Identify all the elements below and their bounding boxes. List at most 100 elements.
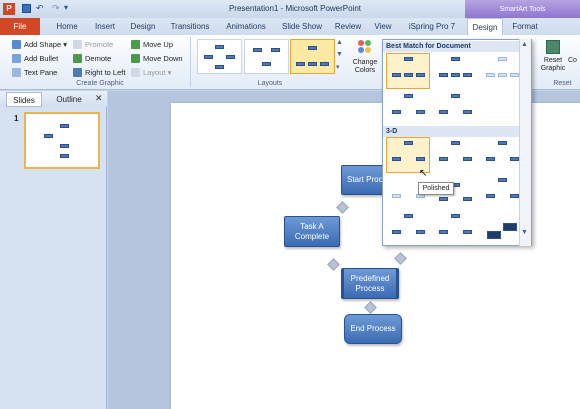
style-shape bbox=[451, 73, 460, 77]
move-up-button[interactable]: Move Up bbox=[131, 39, 173, 50]
layout-shape bbox=[204, 55, 213, 59]
style-shape bbox=[392, 194, 401, 198]
layout-option-selected[interactable] bbox=[290, 39, 335, 74]
style-option-cartoon[interactable] bbox=[480, 137, 524, 173]
style-option-metallic[interactable] bbox=[480, 210, 524, 246]
style-shape bbox=[463, 110, 472, 114]
tab-insert[interactable]: Insert bbox=[88, 18, 122, 35]
thumb-shape bbox=[60, 124, 69, 128]
style-option-intense-2[interactable] bbox=[433, 90, 477, 126]
style-option-sunset-scene[interactable] bbox=[480, 174, 524, 210]
add-bullet-label: Add Bullet bbox=[24, 54, 59, 63]
layouts-scroll-up-icon[interactable]: ▲ bbox=[336, 39, 343, 46]
color-palette-icon bbox=[358, 40, 372, 54]
add-bullet-button[interactable]: Add Bullet bbox=[12, 53, 58, 64]
tab-animations[interactable]: Animations bbox=[219, 18, 273, 35]
style-shape bbox=[416, 110, 425, 114]
layout-button[interactable]: Layout ▾ bbox=[131, 67, 171, 78]
style-shape bbox=[416, 230, 425, 234]
tab-format[interactable]: Format bbox=[507, 18, 543, 35]
ribbon-separator bbox=[190, 37, 191, 87]
style-option-subtle[interactable] bbox=[480, 53, 524, 89]
tab-slides[interactable]: Slides bbox=[6, 92, 42, 107]
promote-button[interactable]: Promote bbox=[73, 39, 113, 50]
tab-transitions[interactable]: Transitions bbox=[164, 18, 216, 35]
layout-shape bbox=[262, 62, 271, 66]
save-icon[interactable] bbox=[22, 4, 31, 13]
tab-design[interactable]: Design bbox=[126, 18, 160, 35]
change-colors-button[interactable]: Change Colors bbox=[348, 38, 382, 80]
tab-review[interactable]: Review bbox=[331, 18, 365, 35]
slide-thumbnail[interactable] bbox=[24, 112, 100, 169]
color-swatch bbox=[365, 40, 371, 46]
style-option-moderate[interactable] bbox=[433, 53, 477, 89]
style-shape bbox=[392, 157, 401, 161]
style-shape bbox=[463, 157, 472, 161]
redo-icon[interactable]: ↷ bbox=[52, 3, 60, 14]
style-shape bbox=[510, 157, 519, 161]
smartart-shape-end[interactable]: End Process bbox=[344, 314, 402, 344]
move-down-label: Move Down bbox=[143, 54, 183, 63]
style-option-flat-scene[interactable] bbox=[386, 210, 430, 246]
style-option-birds-eye[interactable] bbox=[433, 210, 477, 246]
layout-option-cycle[interactable] bbox=[197, 39, 242, 74]
tab-file[interactable]: File bbox=[0, 18, 40, 35]
demote-label: Demote bbox=[85, 54, 112, 63]
style-shape bbox=[487, 231, 501, 239]
layout-label: Layout bbox=[143, 68, 166, 77]
3d-header: 3-D bbox=[383, 126, 529, 137]
tab-outline[interactable]: Outline bbox=[48, 92, 90, 107]
tab-slide-show[interactable]: Slide Show bbox=[277, 18, 327, 35]
style-shape bbox=[392, 73, 401, 77]
smartart-shape-predefined[interactable]: Predefined Process bbox=[341, 268, 399, 299]
style-shape bbox=[498, 73, 507, 77]
add-shape-button[interactable]: Add Shape ▾ bbox=[12, 39, 67, 50]
close-pane-icon[interactable]: ✕ bbox=[95, 93, 103, 104]
layout-option-hierarchy[interactable] bbox=[244, 39, 289, 74]
demote-icon bbox=[73, 54, 82, 63]
tab-ispring[interactable]: iSpring Pro 7 bbox=[402, 18, 462, 35]
style-shape bbox=[439, 73, 448, 77]
create-graphic-group-label: Create Graphic bbox=[76, 80, 124, 87]
layouts-more-icon[interactable]: ▾ bbox=[336, 63, 340, 71]
thumb-shape bbox=[44, 134, 53, 138]
style-option-inset[interactable] bbox=[433, 137, 477, 173]
demote-button[interactable]: Demote bbox=[73, 53, 111, 64]
reset-group-label: Reset bbox=[553, 80, 572, 87]
gallery-scrollbar[interactable]: ▲ ▼ bbox=[519, 39, 531, 246]
reset-graphic-label: Reset Graphic bbox=[540, 57, 566, 72]
color-swatch bbox=[365, 47, 371, 53]
style-option-simple[interactable] bbox=[386, 53, 430, 89]
window-title: Presentation1 - Microsoft PowerPoint bbox=[228, 4, 362, 13]
layout-icon bbox=[131, 68, 140, 77]
style-shape bbox=[404, 73, 413, 77]
flow-arrow-icon bbox=[364, 301, 377, 314]
style-shape bbox=[439, 157, 448, 161]
style-shape bbox=[439, 110, 448, 114]
style-shape bbox=[439, 197, 448, 201]
reset-graphic-button[interactable]: Reset Graphic bbox=[538, 38, 568, 80]
undo-icon[interactable]: ↶ bbox=[36, 3, 44, 14]
text-pane-button[interactable]: Text Pane bbox=[12, 67, 57, 78]
quick-access-dropdown-icon[interactable]: ▾ bbox=[64, 3, 68, 12]
style-option-intense[interactable] bbox=[386, 90, 430, 126]
style-shape bbox=[463, 230, 472, 234]
right-to-left-button[interactable]: Right to Left bbox=[73, 67, 125, 78]
tab-view[interactable]: View bbox=[368, 18, 398, 35]
color-swatch bbox=[358, 47, 364, 53]
convert-button[interactable]: Co bbox=[568, 57, 580, 64]
layouts-scroll-down-icon[interactable]: ▼ bbox=[336, 51, 343, 58]
move-down-button[interactable]: Move Down bbox=[131, 53, 183, 64]
color-swatch bbox=[358, 40, 364, 46]
scroll-up-icon[interactable]: ▲ bbox=[521, 41, 528, 48]
style-shape bbox=[451, 57, 460, 61]
style-shape bbox=[510, 194, 519, 198]
smartart-shape-task-a[interactable]: Task A Complete bbox=[284, 216, 340, 247]
tab-home[interactable]: Home bbox=[50, 18, 84, 35]
layout-shape bbox=[320, 62, 329, 66]
scroll-down-icon[interactable]: ▼ bbox=[521, 229, 528, 236]
add-shape-label: Add Shape bbox=[24, 40, 62, 49]
tab-smartart-design[interactable]: Design bbox=[467, 18, 503, 36]
style-tooltip: Polished bbox=[418, 182, 454, 195]
layout-shape bbox=[296, 62, 305, 66]
